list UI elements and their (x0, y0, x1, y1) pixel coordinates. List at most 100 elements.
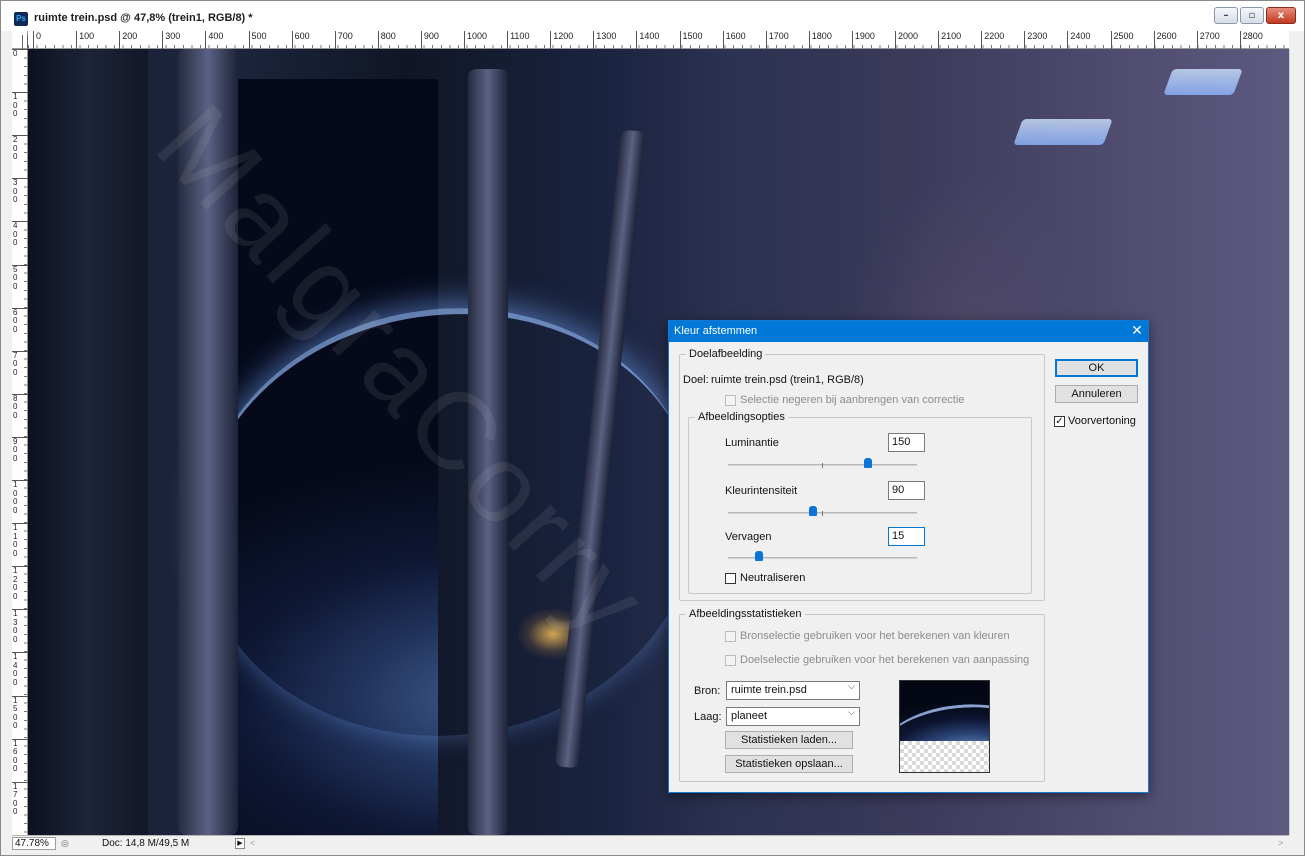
match-color-dialog: Kleur afstemmen ✕ Doelafbeelding Doel: r… (668, 320, 1149, 793)
load-statistics-button[interactable]: Statistieken laden... (725, 731, 853, 749)
ruler-tick-label: 1400 (636, 31, 659, 49)
ruler-tick-label: 1900 (851, 31, 875, 49)
zoom-level-field[interactable]: 47.78% (12, 837, 56, 850)
luminance-input[interactable]: 150 (888, 433, 925, 452)
ruler-tick-label: 1500 (12, 695, 28, 731)
vertical-scrollbar[interactable] (1289, 49, 1304, 835)
ruler-origin[interactable] (12, 31, 28, 49)
ignore-selection-label: Selectie negeren bij aanbrengen van corr… (740, 394, 965, 406)
ruler-tick-label: 1400 (12, 652, 28, 687)
ruler-tick-label: 1100 (12, 523, 28, 558)
ruler-tick-label: 1200 (12, 566, 28, 601)
document-size-info: Doc: 14,8 M/49,5 M (102, 838, 190, 849)
photoshop-app-icon: Ps (14, 12, 28, 26)
ruler-tick-label: 2100 (938, 31, 961, 49)
color-intensity-slider[interactable] (728, 506, 917, 517)
use-target-selection-label: Doelselectie gebruiken voor het berekene… (740, 654, 1030, 666)
dark-foreground-pane (28, 49, 148, 835)
scroll-left-icon[interactable]: < (250, 838, 255, 848)
photoshop-document-window: Ps ruimte trein.psd @ 47,8% (trein1, RGB… (0, 0, 1305, 856)
save-statistics-button[interactable]: Statistieken opslaan... (725, 755, 853, 773)
luminance-label: Luminantie (725, 437, 779, 449)
cancel-button[interactable]: Annuleren (1055, 385, 1138, 403)
ruler-tick-label: 300 (12, 178, 28, 205)
use-source-selection-checkbox[interactable] (725, 631, 736, 642)
color-intensity-input[interactable]: 90 (888, 481, 925, 500)
ruler-tick-label: 600 (12, 307, 28, 335)
slider-center-tick (822, 511, 823, 516)
ignore-selection-checkbox[interactable] (725, 395, 736, 406)
ruler-tick-label: 800 (377, 31, 396, 49)
use-target-selection-checkbox[interactable] (725, 655, 736, 666)
title-bar[interactable]: Ps ruimte trein.psd @ 47,8% (trein1, RGB… (1, 1, 1304, 31)
ceiling-light (1163, 69, 1243, 95)
document-title: ruimte trein.psd @ 47,8% (trein1, RGB/8)… (34, 12, 253, 24)
ruler-tick-label: 0 (33, 31, 41, 49)
use-source-selection-label: Bronselectie gebruiken voor het berekene… (740, 630, 1010, 642)
source-dropdown-value: ruimte trein.psd (731, 684, 807, 696)
ruler-tick-label: 600 (291, 31, 310, 49)
dialog-title-bar[interactable]: Kleur afstemmen ✕ (669, 321, 1148, 342)
ruler-tick-label: 900 (420, 31, 439, 49)
target-label: Doel: (683, 374, 709, 386)
ruler-tick-label: 0 (12, 49, 28, 59)
status-bar: 47.78% ◎ Doc: 14,8 M/49,5 M ▶ < > (12, 835, 1289, 851)
source-preview-thumbnail (899, 680, 990, 773)
restore-button[interactable]: ▫ (1240, 7, 1264, 24)
fade-label: Vervagen (725, 531, 772, 543)
preview-checkbox[interactable]: ✓ (1054, 416, 1065, 427)
ruler-tick-label: 2600 (1153, 31, 1177, 49)
ruler-tick-label: 700 (334, 31, 353, 49)
horizontal-ruler[interactable]: 0 100 200 300 400 500 600 700 800 900 1000 1100 1200… (28, 31, 1289, 49)
layer-label: Laag: (694, 711, 722, 723)
ruler-tick-label: 100 (12, 92, 28, 119)
close-window-button[interactable]: x (1266, 7, 1296, 24)
ruler-tick-label: 1000 (464, 31, 487, 49)
source-dropdown[interactable]: ruimte trein.psd ⌵ (726, 681, 860, 700)
ruler-tick-label: 900 (12, 436, 28, 464)
minimize-button[interactable]: – (1214, 7, 1238, 24)
ruler-tick-label: 500 (248, 31, 267, 49)
dialog-close-icon[interactable]: ✕ (1128, 322, 1146, 341)
slider-center-tick (822, 463, 823, 468)
neutralize-checkbox[interactable] (725, 573, 736, 584)
statistics-legend: Afbeeldingsstatistieken (689, 608, 802, 620)
ruler-tick-label: 200 (12, 135, 28, 162)
ruler-tick-label: 500 (12, 264, 28, 292)
ruler-tick-label: 1600 (12, 738, 28, 774)
luminance-slider[interactable] (728, 458, 917, 469)
ruler-tick-label: 2200 (981, 31, 1004, 49)
dialog-title: Kleur afstemmen (674, 325, 758, 337)
luminance-slider-thumb[interactable] (864, 458, 872, 468)
zoom-icon: ◎ (61, 838, 69, 848)
ruler-tick-label: 1700 (765, 31, 789, 49)
fade-input[interactable]: 15 (888, 527, 925, 546)
ruler-tick-label: 1000 (12, 480, 28, 515)
fade-slider[interactable] (728, 551, 917, 562)
preview-label: Voorvertoning (1068, 415, 1136, 427)
status-menu-arrow-icon[interactable]: ▶ (235, 838, 245, 849)
ruler-tick-label: 2800 (1239, 31, 1263, 49)
ruler-tick-label: 2500 (1110, 31, 1134, 49)
ruler-tick-label: 400 (12, 221, 28, 248)
ruler-tick-label: 400 (205, 31, 223, 49)
vertical-ruler[interactable]: 0 100 200 300 400 500 600 700 800 900 1000 1100 1200… (12, 49, 28, 835)
scroll-right-icon[interactable]: > (1278, 838, 1283, 848)
source-label: Bron: (694, 685, 721, 697)
ruler-tick-label: 2400 (1067, 31, 1090, 49)
ruler-tick-label: 700 (12, 350, 28, 378)
ruler-tick-label: 1500 (679, 31, 703, 49)
ruler-tick-label: 1200 (550, 31, 573, 49)
ruler-tick-label: 100 (76, 31, 94, 49)
ok-button[interactable]: OK (1055, 359, 1138, 377)
planet-thumbnail-image (900, 681, 989, 741)
neutralize-label: Neutraliseren (740, 572, 806, 584)
target-value: ruimte trein.psd (trein1, RGB/8) (711, 374, 864, 386)
ruler-tick-label: 1100 (507, 31, 529, 49)
target-group-legend: Doelafbeelding (689, 348, 763, 360)
fade-slider-thumb[interactable] (755, 551, 763, 561)
ruler-tick-label: 800 (12, 393, 28, 421)
color-intensity-slider-thumb[interactable] (809, 506, 817, 516)
layer-dropdown[interactable]: planeet ⌵ (726, 707, 860, 726)
image-options-legend: Afbeeldingsopties (698, 411, 785, 423)
